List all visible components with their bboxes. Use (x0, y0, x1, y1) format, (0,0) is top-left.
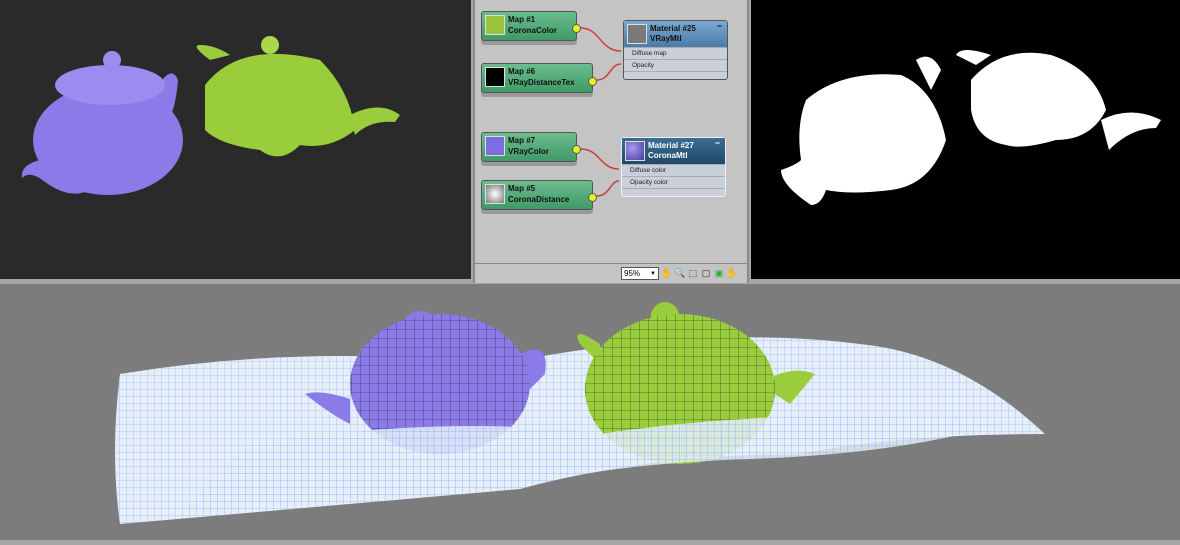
color-swatch (485, 184, 505, 204)
color-swatch (485, 15, 505, 35)
slate-material-editor[interactable]: Map #1 CoronaColor Map #6 VRayDistanceTex … (473, 0, 749, 283)
viewport-render-colors[interactable] (0, 0, 471, 279)
teapots-render (21, 36, 400, 195)
output-port[interactable] (572, 24, 581, 33)
collapse-button[interactable]: − (715, 138, 720, 148)
zoom-value: 95% (624, 269, 641, 278)
slot-opacity-color[interactable]: Opacity color (622, 176, 725, 188)
slot-label: Opacity color (630, 179, 668, 186)
viewport-render-alpha[interactable] (751, 0, 1180, 279)
slot-label: Diffuse map (632, 50, 667, 57)
material-node-25[interactable]: Material #25 VRayMtl − Diffuse map Opacit… (623, 20, 728, 80)
slot-opacity[interactable]: Opacity (624, 59, 727, 71)
slot-label: Diffuse color (630, 167, 667, 174)
node-type: VRayMtl (650, 34, 682, 43)
map-node-6[interactable]: Map #6 VRayDistanceTex (481, 63, 597, 93)
node-id: Material #25 (650, 24, 696, 33)
zoom-select[interactable]: 95% ▼ (621, 267, 659, 280)
node-id: Material #27 (648, 141, 694, 150)
node-id: Map #5 (508, 184, 536, 193)
slot-diffuse-color[interactable]: Diffuse color (622, 164, 725, 176)
wireframe-scene (115, 302, 1045, 524)
color-swatch (485, 136, 505, 156)
slot-label: Opacity (632, 62, 655, 69)
viewport-perspective[interactable] (0, 284, 1180, 540)
color-swatch (485, 67, 505, 87)
map-node-1[interactable]: Map #1 CoronaColor (481, 11, 581, 41)
zoom-region-icon[interactable]: ⬚ (687, 267, 699, 279)
node-type: VRayDistanceTex (508, 78, 575, 87)
pan-icon[interactable]: ✋ (661, 267, 673, 279)
node-type: CoronaMtl (648, 151, 688, 160)
editor-toolbar: 95% ▼ ✋ 🔍 ⬚ ▢ ▣ ✋ (475, 263, 747, 283)
purple-teapot (21, 51, 183, 195)
node-type: VRayColor (508, 147, 549, 156)
green-teapot (196, 36, 400, 157)
slot-diffuse-map[interactable]: Diffuse map (624, 47, 727, 59)
output-port[interactable] (572, 145, 581, 154)
material-node-27[interactable]: Material #27 CoronaMtl − Diffuse color Op… (621, 137, 726, 197)
node-type: CoronaDistance (508, 195, 570, 204)
material-preview (627, 24, 647, 44)
alpha-mask (781, 50, 1161, 206)
zoom-icon[interactable]: 🔍 (674, 267, 686, 279)
output-port[interactable] (588, 77, 597, 86)
node-type: CoronaColor (508, 26, 557, 35)
material-preview (625, 141, 645, 161)
node-id: Map #1 (508, 15, 536, 24)
zoom-extents-selected-icon[interactable]: ▣ (713, 267, 725, 279)
map-node-5[interactable]: Map #5 CoronaDistance (481, 180, 597, 210)
node-id: Map #7 (508, 136, 536, 145)
pan-to-selected-icon[interactable]: ✋ (726, 267, 738, 279)
map-node-7[interactable]: Map #7 VRayColor (481, 132, 581, 162)
node-id: Map #6 (508, 67, 536, 76)
output-port[interactable] (588, 193, 597, 202)
zoom-extents-icon[interactable]: ▢ (700, 267, 712, 279)
collapse-button[interactable]: − (717, 21, 722, 31)
